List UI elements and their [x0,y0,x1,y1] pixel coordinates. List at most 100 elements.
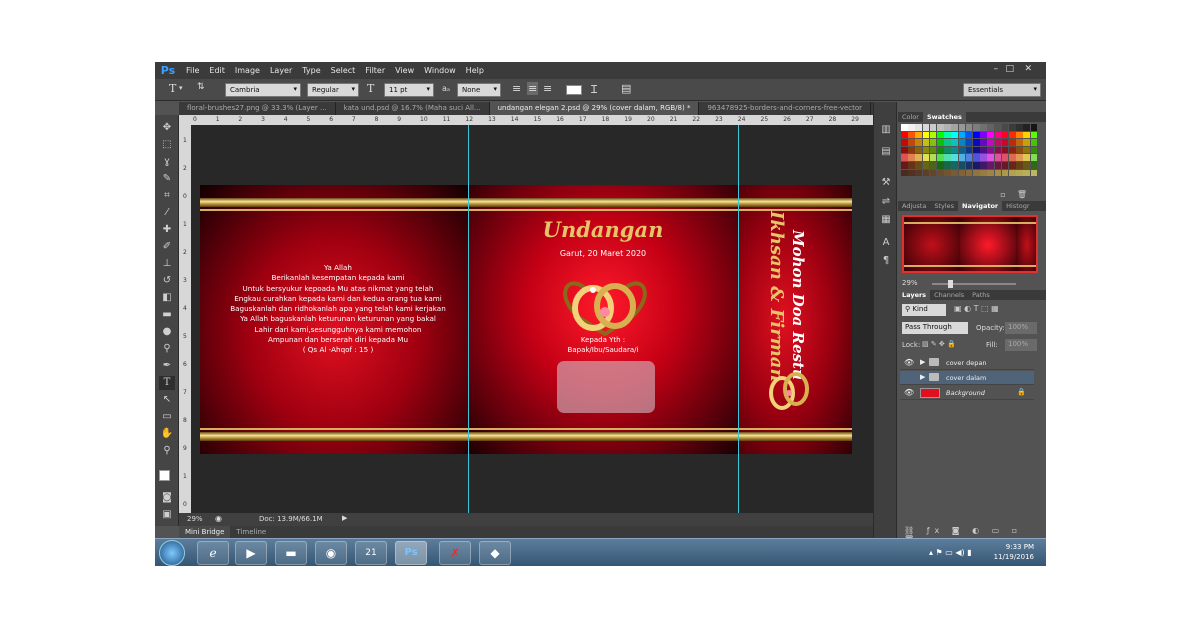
color-swatch[interactable] [1016,169,1023,177]
history-panel-icon[interactable]: ▥ [879,124,893,138]
panel-tab[interactable]: Histogr [1002,201,1033,211]
color-swatch[interactable] [1016,124,1023,131]
color-swatch[interactable] [965,139,973,146]
color-swatch[interactable] [1009,139,1016,146]
color-swatch[interactable] [980,169,987,177]
color-swatch[interactable] [908,131,915,139]
navigator-zoom[interactable]: 29% [902,279,918,287]
color-swatch[interactable] [958,139,966,146]
canvas-area[interactable]: Ya Allah Berikanlah kesempatan kepada ka… [191,125,873,513]
color-swatch[interactable] [1001,139,1009,146]
zoom-tool-icon[interactable]: ⚲ [159,444,175,458]
color-swatch[interactable] [929,162,937,169]
gradient-tool-icon[interactable]: ▬ [159,308,175,322]
color-swatch[interactable] [994,139,1002,146]
panel-tab[interactable]: Styles [930,201,958,211]
color-swatch[interactable] [937,154,944,161]
navigator-zoom-slider[interactable] [932,283,1016,285]
color-swatch[interactable] [1009,169,1016,177]
color-swatch[interactable] [929,139,937,146]
color-swatch[interactable] [965,124,973,131]
color-swatch[interactable] [951,169,958,177]
color-swatch[interactable] [958,154,966,161]
zoom-level[interactable]: 29% [187,515,203,523]
dodge-tool-icon[interactable]: ⚲ [159,342,175,356]
color-swatch[interactable] [951,131,958,139]
color-swatch[interactable] [944,154,951,161]
color-swatch[interactable] [922,154,930,161]
color-swatch[interactable] [1030,162,1038,169]
status-info-icon[interactable]: ◉ [215,514,222,523]
color-swatch[interactable] [973,124,980,131]
color-swatch[interactable] [901,146,908,154]
color-swatch[interactable] [973,169,980,177]
color-swatch[interactable] [1030,154,1038,161]
color-swatch[interactable] [922,139,930,146]
color-swatch[interactable] [1009,162,1016,169]
clone-stamp-icon[interactable]: ⊥ [159,257,175,271]
color-swatch[interactable] [1009,124,1016,131]
color-swatch[interactable] [965,162,973,169]
warp-text-icon[interactable]: Ɪ [591,82,597,97]
hand-tool-icon[interactable]: ✋ [159,427,175,441]
color-swatch[interactable] [1023,169,1030,177]
navigator-preview[interactable] [902,215,1038,273]
color-swatch[interactable] [1016,131,1023,139]
pen-tool-icon[interactable]: ✒ [159,359,175,373]
lock-icons[interactable]: ▨ ✎ ✥ 🔒 [922,340,956,348]
bottom-tab[interactable]: Mini Bridge [179,526,231,538]
font-style-select[interactable]: Regular ▾ [307,83,359,97]
quick-selection-icon[interactable]: ✎ [159,172,175,186]
font-family-select[interactable]: Cambria ▾ [225,83,301,97]
type-tool-icon[interactable]: T [159,376,175,390]
menu-item-window[interactable]: Window [419,66,461,75]
color-swatch[interactable] [1023,139,1030,146]
visibility-eye-icon[interactable]: 👁 [904,388,914,397]
color-swatch[interactable] [908,162,915,169]
color-swatch[interactable] [922,124,930,131]
color-swatch[interactable] [973,146,980,154]
color-swatch[interactable] [937,131,944,139]
panel-tab[interactable]: Channels [930,290,968,300]
color-swatch[interactable] [958,162,966,169]
color-swatch[interactable] [915,139,922,146]
panel-tab[interactable]: Color [898,112,923,122]
color-swatch[interactable] [973,154,980,161]
color-swatch[interactable] [994,169,1002,177]
actions-panel-icon[interactable]: ▤ [879,146,893,160]
color-swatch[interactable] [901,124,908,131]
menu-item-type[interactable]: Type [297,66,325,75]
layer-row[interactable]: 👁 ▶ cover depan [900,356,1034,370]
photoshop-taskbar-icon[interactable]: Ps [395,541,427,565]
type-tool-icon[interactable]: T [169,82,176,95]
panel-tab[interactable]: Swatches [922,112,966,122]
media-player-icon[interactable]: ▶ [235,541,267,565]
color-swatch[interactable] [1001,124,1009,131]
align-center-icon[interactable]: ≡ [527,82,539,95]
color-swatch[interactable] [987,169,994,177]
color-swatch[interactable] [958,169,966,177]
color-swatch[interactable] [980,154,987,161]
color-swatch[interactable] [1016,154,1023,161]
document-tab[interactable]: floral-brushes27.png @ 33.3% (Layer ... [179,102,336,115]
color-swatch[interactable] [1030,124,1038,131]
color-swatch[interactable] [901,131,908,139]
color-swatch[interactable] [901,169,908,177]
color-swatch[interactable] [951,124,958,131]
color-swatch[interactable] [937,139,944,146]
marquee-tool-icon[interactable]: ⬚ [159,138,175,152]
lasso-tool-icon[interactable]: ɣ [159,155,175,169]
color-swatch[interactable] [908,154,915,161]
color-swatch[interactable] [958,131,966,139]
eraser-tool-icon[interactable]: ◧ [159,291,175,305]
tray-icons[interactable]: ▴ ⚑ ▭ ◀) ▮ [929,548,972,557]
color-swatch[interactable] [973,162,980,169]
layer-footer-icons[interactable]: ⛓ ƒx ◙ ◐ ▭ ▫ 🗑 [904,526,1034,538]
guide-line-right[interactable] [738,125,739,513]
layer-row[interactable]: ▶ cover dalam [900,371,1034,385]
orientation-toggle-icon[interactable]: ⇅ [197,82,205,92]
document-canvas[interactable]: Ya Allah Berikanlah kesempatan kepada ka… [200,185,852,454]
expand-arrow-icon[interactable]: ▶ [920,373,925,381]
color-swatch[interactable] [944,124,951,131]
color-swatch[interactable] [1030,131,1038,139]
